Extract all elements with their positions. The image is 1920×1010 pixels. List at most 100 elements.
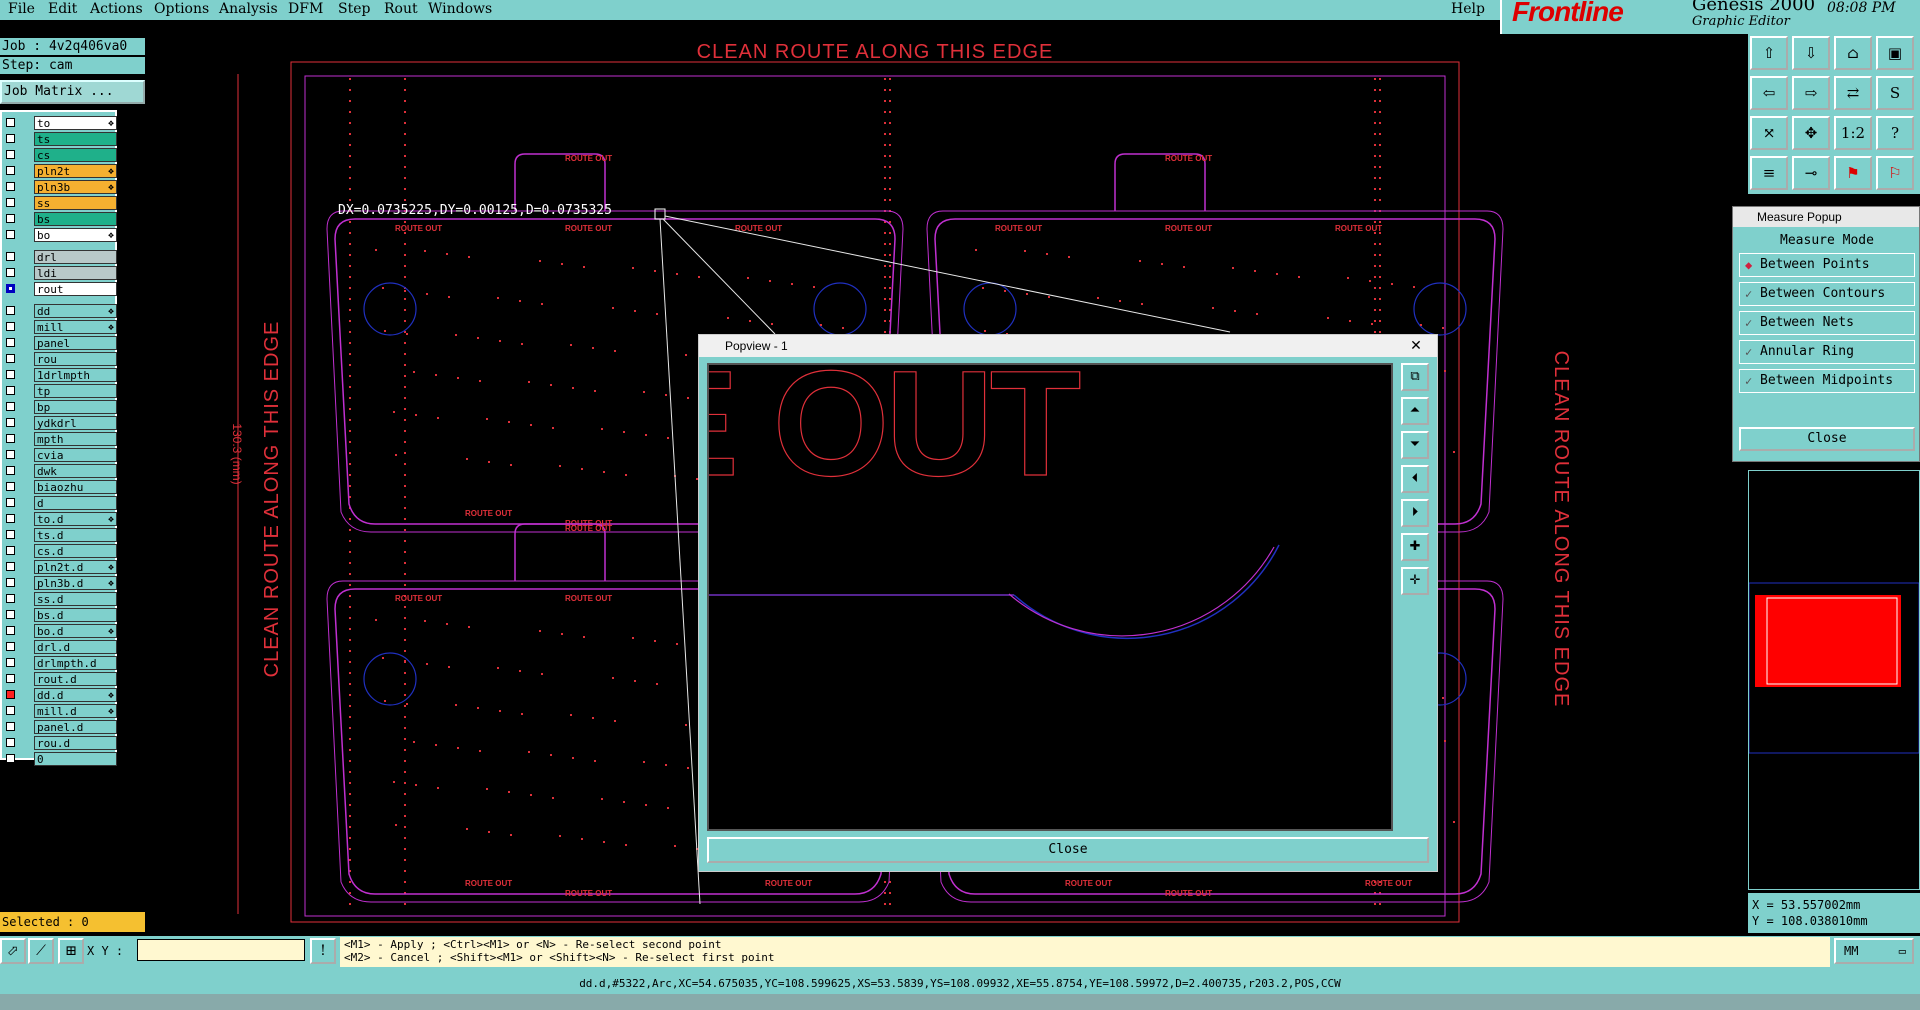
layer-row[interactable]: cs: [4, 148, 117, 162]
layer-row[interactable]: rout: [4, 282, 117, 296]
layer-row[interactable]: drl: [4, 250, 117, 264]
layer-checkbox[interactable]: [6, 338, 15, 347]
s-curve-icon[interactable]: S: [1876, 76, 1914, 110]
question-icon[interactable]: ?: [1876, 116, 1914, 150]
layer-row[interactable]: ts: [4, 132, 117, 146]
layer-row[interactable]: tp: [4, 384, 117, 398]
menu-step[interactable]: Step: [338, 1, 370, 17]
layer-checkbox[interactable]: [6, 658, 15, 667]
layer-row[interactable]: 1drlmpth: [4, 368, 117, 382]
layer-checkbox[interactable]: [6, 610, 15, 619]
fit-icon[interactable]: ⤧: [1750, 116, 1788, 150]
menu-dfm[interactable]: DFM: [288, 1, 323, 17]
snap-icon[interactable]: ⬀: [0, 938, 26, 964]
layer-row[interactable]: rou.d: [4, 736, 117, 750]
layer-checkbox[interactable]: [6, 118, 15, 127]
layer-name[interactable]: to.d ❖: [34, 512, 117, 526]
layer-name[interactable]: pln2t.d ❖: [34, 560, 117, 574]
menu-actions[interactable]: Actions: [90, 1, 143, 17]
layer-checkbox[interactable]: [6, 578, 15, 587]
layer-name[interactable]: ss.d: [34, 592, 117, 606]
popview-fit-icon[interactable]: ⧉: [1401, 363, 1429, 391]
measure-option[interactable]: ✓ Between Nets: [1739, 311, 1915, 335]
layer-checkbox[interactable]: [6, 370, 15, 379]
layer-row[interactable]: to.d ❖: [4, 512, 117, 526]
layer-name[interactable]: bo.d ❖: [34, 624, 117, 638]
menu-file[interactable]: File: [8, 1, 35, 17]
popview-close-button[interactable]: Close: [707, 837, 1429, 863]
flag-icon[interactable]: ⚑: [1834, 156, 1872, 190]
layer-row[interactable]: ydkdrl: [4, 416, 117, 430]
layer-checkbox[interactable]: [6, 706, 15, 715]
layer-checkbox[interactable]: [6, 268, 15, 277]
menu-analysis[interactable]: Analysis: [219, 1, 278, 17]
layer-name[interactable]: ts: [34, 132, 117, 146]
popview-down-icon[interactable]: ⏷: [1401, 431, 1429, 459]
layer-row[interactable]: bo.d ❖: [4, 624, 117, 638]
layer-name[interactable]: 0: [34, 752, 117, 766]
layer-row[interactable]: drlmpth.d: [4, 656, 117, 670]
layer-name[interactable]: d: [34, 496, 117, 510]
layer-name[interactable]: rou.d: [34, 736, 117, 750]
layer-row[interactable]: mill.d ❖: [4, 704, 117, 718]
menu-edit[interactable]: Edit: [48, 1, 77, 17]
layer-row[interactable]: ldi: [4, 266, 117, 280]
layer-name[interactable]: bp: [34, 400, 117, 414]
layer-row[interactable]: mpth: [4, 432, 117, 446]
layer-name[interactable]: pln2t ❖: [34, 164, 117, 178]
layer-checkbox[interactable]: [6, 198, 15, 207]
layer-name[interactable]: drl.d: [34, 640, 117, 654]
popview-left-icon[interactable]: ⏴: [1401, 465, 1429, 493]
layer-checkbox[interactable]: [6, 690, 15, 699]
measure-option[interactable]: ✓ Between Midpoints: [1739, 369, 1915, 393]
layer-checkbox[interactable]: [6, 466, 15, 475]
layer-name[interactable]: dwk: [34, 464, 117, 478]
measure-option[interactable]: ◆ Between Points: [1739, 253, 1915, 277]
layer-checkbox[interactable]: [6, 354, 15, 363]
popview-right-icon[interactable]: ⏵: [1401, 499, 1429, 527]
layer-name[interactable]: bo ❖: [34, 228, 117, 242]
layer-name[interactable]: panel: [34, 336, 117, 350]
layer-checkbox[interactable]: [6, 306, 15, 315]
layer-checkbox[interactable]: [6, 738, 15, 747]
layer-row[interactable]: to ❖: [4, 116, 117, 130]
layer-name[interactable]: ts.d: [34, 528, 117, 542]
up-arrow-icon[interactable]: ⇧: [1750, 36, 1788, 70]
layer-row[interactable]: biaozhu: [4, 480, 117, 494]
layer-name[interactable]: to ❖: [34, 116, 117, 130]
window-icon[interactable]: ▣: [1876, 36, 1914, 70]
layer-checkbox[interactable]: [6, 754, 15, 763]
popview-zoom-in-icon[interactable]: ✚: [1401, 533, 1429, 561]
layer-row[interactable]: dwk: [4, 464, 117, 478]
layer-row[interactable]: pln2t ❖: [4, 164, 117, 178]
layer-row[interactable]: 0: [4, 752, 117, 766]
layer-name[interactable]: dd.d ❖: [34, 688, 117, 702]
layer-name[interactable]: pln3b ❖: [34, 180, 117, 194]
menu-rout[interactable]: Rout: [384, 1, 418, 17]
measure-popup-title[interactable]: Measure Popup: [1733, 207, 1919, 227]
layer-name[interactable]: biaozhu: [34, 480, 117, 494]
popview-title[interactable]: Popview - 1: [699, 335, 1437, 357]
layer-name[interactable]: panel.d: [34, 720, 117, 734]
pin-icon[interactable]: ⊸: [1792, 156, 1830, 190]
right-arrow-icon[interactable]: ⇨: [1792, 76, 1830, 110]
layer-checkbox[interactable]: [6, 386, 15, 395]
layer-name[interactable]: cvia: [34, 448, 117, 462]
layer-row[interactable]: pln2t.d ❖: [4, 560, 117, 574]
menu-help[interactable]: Help: [1451, 1, 1485, 17]
layer-checkbox[interactable]: [6, 530, 15, 539]
layer-checkbox[interactable]: [6, 674, 15, 683]
layer-checkbox[interactable]: [6, 182, 15, 191]
layer-name[interactable]: rou: [34, 352, 117, 366]
info-icon[interactable]: !: [310, 938, 336, 964]
layer-name[interactable]: ldi: [34, 266, 117, 280]
home-icon[interactable]: ⌂: [1834, 36, 1872, 70]
layer-name[interactable]: drlmpth.d: [34, 656, 117, 670]
layer-name[interactable]: 1drlmpth: [34, 368, 117, 382]
layer-checkbox[interactable]: [6, 514, 15, 523]
layer-name[interactable]: pln3b.d ❖: [34, 576, 117, 590]
layer-checkbox[interactable]: [6, 642, 15, 651]
layer-row[interactable]: ts.d: [4, 528, 117, 542]
menu-options[interactable]: Options: [154, 1, 209, 17]
layer-row[interactable]: cvia: [4, 448, 117, 462]
